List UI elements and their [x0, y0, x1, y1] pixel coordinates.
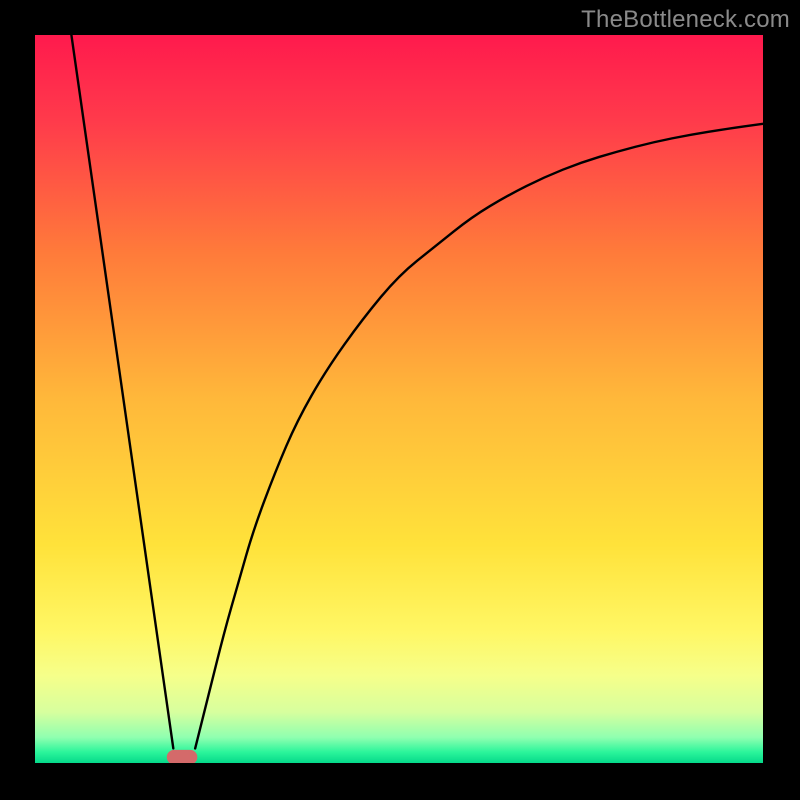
chart-curves — [35, 35, 763, 763]
watermark-text: TheBottleneck.com — [581, 6, 790, 34]
left-branch — [71, 35, 173, 748]
chart-frame: TheBottleneck.com — [0, 0, 800, 800]
right-branch — [195, 124, 763, 749]
bottom-marker — [167, 750, 198, 763]
plot-area — [35, 35, 763, 763]
